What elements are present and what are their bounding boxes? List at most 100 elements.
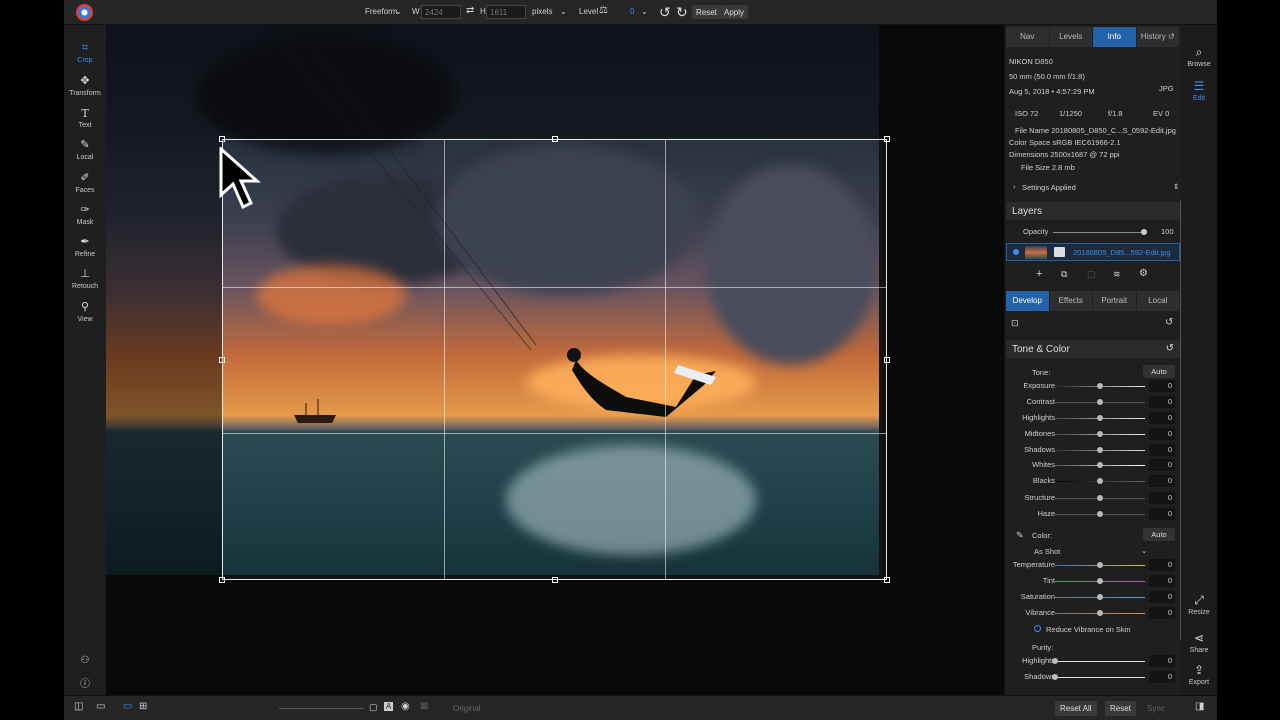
apply-button[interactable]: Apply [720,5,749,19]
app-logo-icon[interactable] [76,4,93,21]
color-auto-button[interactable]: Auto [1143,528,1175,541]
slider-temperature[interactable]: Temperature 0 [1005,558,1179,573]
reset-button[interactable]: Reset [692,5,721,19]
tool-faces[interactable]: ✐ Faces [64,172,106,194]
chevron-right-icon[interactable]: › [1013,182,1016,191]
crop-handle-top-right[interactable] [884,136,890,142]
slider-haze[interactable]: Haze 0 [1005,507,1179,522]
tool-local[interactable]: ✎ Local [64,139,106,161]
module-browse[interactable]: ⌕ Browse [1181,45,1217,68]
account-icon[interactable]: ⚇ [64,655,106,666]
zoom-slider[interactable] [279,708,364,709]
crop-handle-bottom[interactable] [552,577,558,583]
original-toggle[interactable]: Original [453,704,481,713]
slider-highlights[interactable]: Highlights 0 [1005,411,1179,426]
slider-exposure[interactable]: Exposure 0 [1005,379,1179,394]
crop-handle-bottom-right[interactable] [884,577,890,583]
reduce-vibrance-checkbox[interactable] [1034,625,1041,632]
layer-settings-icon[interactable]: ⚙ [1139,268,1148,279]
delete-layer-icon[interactable]: ▢ [1087,269,1096,280]
level-value[interactable]: 0 [630,7,634,16]
sync-button[interactable]: Sync [1147,704,1165,713]
image-canvas[interactable] [106,25,1004,695]
expand-icon[interactable]: ⇕ [1173,182,1179,191]
merge-layer-icon[interactable]: ≋ [1113,269,1121,280]
eyedropper-icon[interactable]: ✎ [1016,530,1024,541]
crop-overlay-icon[interactable]: ▢ [369,702,378,713]
crop-handle-bottom-left[interactable] [219,577,225,583]
slider-blacks[interactable]: Blacks 0 [1005,474,1179,489]
crop-handle-left[interactable] [219,357,225,363]
opacity-knob[interactable] [1141,229,1147,235]
module-share[interactable]: ⋖ Share [1181,631,1217,654]
tool-crop[interactable]: ⌗ Crop [64,42,106,64]
height-input[interactable]: 1611 [486,5,526,19]
slider-purity-highlights[interactable]: Highlights 0 [1005,654,1179,669]
swap-icon[interactable]: ⇄ [466,5,474,16]
single-view-icon[interactable]: ◫ [74,701,83,712]
slider-vibrance[interactable]: Vibrance 0 [1005,606,1179,621]
compare-off-icon[interactable]: ▭ [123,701,132,712]
tone-color-header[interactable]: Tone & Color ↺ [1006,340,1180,358]
crop-handle-top[interactable] [552,136,558,142]
tab-develop[interactable]: Develop [1006,291,1049,311]
reduce-vibrance-label[interactable]: Reduce Vibrance on Skin [1046,625,1131,634]
tab-portrait[interactable]: Portrait [1093,291,1136,311]
module-edit[interactable]: ☰ Edit [1181,79,1217,102]
help-icon[interactable]: ⓘ [64,675,106,690]
width-input[interactable]: 2424 [421,5,461,19]
preset-icon[interactable]: ⊡ [1011,318,1019,329]
clipping-icon[interactable]: ⊠ [420,701,428,712]
tool-text[interactable]: T Text [64,107,106,129]
units-select[interactable]: pixels [532,7,552,16]
layer-name[interactable]: 20180805_D85...592-Edit.jpg [1073,248,1171,257]
tab-info[interactable]: Info [1093,27,1136,47]
reset-tone-icon[interactable]: ↺ [1166,343,1174,354]
compare-split-icon[interactable]: ⊞ [139,701,147,712]
crop-handle-right[interactable] [884,357,890,363]
slider-tint[interactable]: Tint 0 [1005,574,1179,589]
tool-transform[interactable]: ✥ Transform [64,75,106,97]
opacity-value[interactable]: 100 [1161,227,1174,236]
crop-handle-top-left[interactable] [219,136,225,142]
layers-header[interactable]: Layers [1006,202,1180,220]
tool-view[interactable]: ⚲ View [64,301,106,323]
tool-refine[interactable]: ✒ Refine [64,236,106,258]
tone-auto-button[interactable]: Auto [1143,365,1175,378]
reset-button-bottom[interactable]: Reset [1105,701,1136,716]
add-layer-icon[interactable]: + [1036,268,1042,280]
layer-row[interactable]: 20180805_D85...592-Edit.jpg [1006,243,1180,261]
slider-contrast[interactable]: Contrast 0 [1005,395,1179,410]
filmstrip-icon[interactable]: ▭ [96,701,105,712]
crop-mode-select[interactable]: Freeform [365,7,397,16]
module-resize[interactable]: ⤢ Resize [1181,593,1217,616]
level-icon[interactable]: ⚖ [599,5,608,16]
mask-overlay-icon[interactable]: ◉ [401,701,410,712]
duplicate-layer-icon[interactable]: ⧉ [1061,269,1067,280]
rotate-left-icon[interactable]: ↺ [659,4,671,20]
layer-visible-dot[interactable] [1013,249,1019,255]
slider-shadows[interactable]: Shadows 0 [1005,443,1179,458]
opacity-slider[interactable] [1053,232,1145,233]
reset-develop-icon[interactable]: ↺ [1165,317,1173,328]
slider-whites[interactable]: Whites 0 [1005,458,1179,473]
crop-box[interactable] [219,136,890,583]
text-overlay-icon[interactable]: A [384,702,394,711]
settings-applied[interactable]: Settings Applied [1022,183,1076,192]
module-export[interactable]: ⇪ Export [1181,663,1217,686]
tool-mask[interactable]: ✑ Mask [64,204,106,226]
tab-nav[interactable]: Nav [1006,27,1049,47]
slider-midtones[interactable]: Midtones 0 [1005,427,1179,442]
slider-structure[interactable]: Structure 0 [1005,491,1179,506]
rotate-right-icon[interactable]: ↻ [676,4,688,20]
slider-purity-shadows[interactable]: Shadows 0 [1005,670,1179,685]
tab-local[interactable]: Local [1136,291,1179,311]
reset-all-button[interactable]: Reset All [1055,701,1097,716]
toggle-panel-icon[interactable]: ◨ [1195,701,1204,712]
tab-levels[interactable]: Levels [1049,27,1092,47]
white-balance-select[interactable]: As Shot ⌄ [1031,545,1151,557]
tool-retouch[interactable]: ⊥ Retouch [64,268,106,290]
slider-saturation[interactable]: Saturation 0 [1005,590,1179,605]
tab-effects[interactable]: Effects [1049,291,1092,311]
tab-history[interactable]: History ↺ [1136,27,1179,47]
